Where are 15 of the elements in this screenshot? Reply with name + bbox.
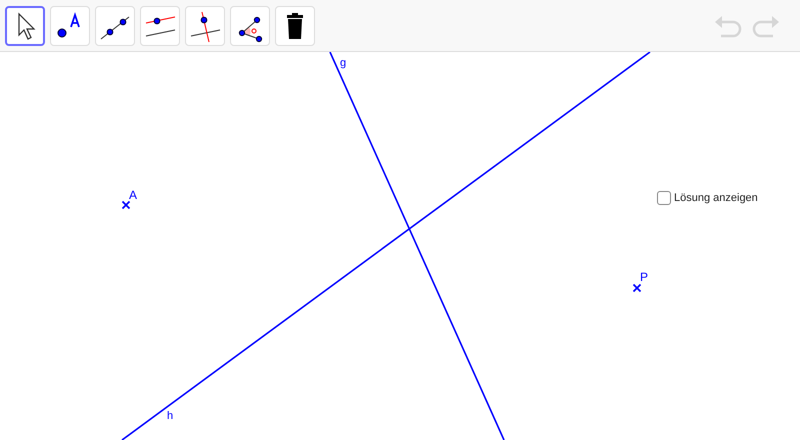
point-marker	[632, 284, 642, 292]
point-tool-button[interactable]	[50, 6, 90, 46]
parallel-tool-button[interactable]	[140, 6, 180, 46]
line-label: g	[340, 57, 346, 69]
checkbox[interactable]	[657, 191, 671, 205]
point-label: P	[640, 271, 648, 283]
line-tool-button[interactable]	[95, 6, 135, 46]
angle-tool-button[interactable]	[230, 6, 270, 46]
delete-tool-button[interactable]	[275, 6, 315, 46]
point-label: A	[129, 189, 138, 201]
point-marker	[122, 200, 130, 210]
move-tool-button[interactable]	[5, 6, 45, 46]
checkbox-label: Lösung anzeigen	[674, 192, 758, 204]
line-label: h	[167, 410, 174, 422]
perpendicular-tool-button[interactable]	[185, 6, 225, 46]
